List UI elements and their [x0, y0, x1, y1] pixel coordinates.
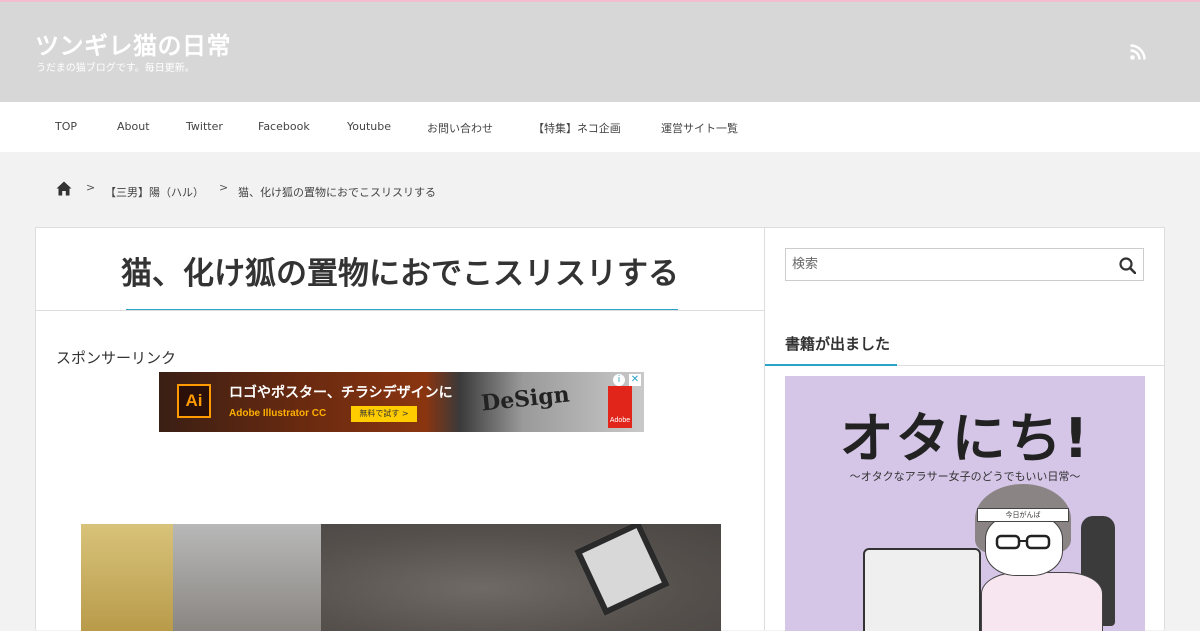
sidebar: 書籍が出ました オタにち! ～オタクなアラサー女子のどうでもいい日常～ 今日がん…	[765, 227, 1165, 631]
book-title: オタにち!	[839, 407, 1091, 470]
site-header: ツンギレ猫の日常 うだまの猫ブログです。毎日更新。	[0, 2, 1200, 102]
ad-banner[interactable]: Ai ロゴやポスター、チラシデザインに Adobe Illustrator CC…	[159, 372, 644, 432]
nav-item-feature[interactable]: 【特集】ネコ企画	[533, 120, 621, 136]
breadcrumb-separator: >	[219, 181, 229, 194]
nav-item-about[interactable]: About	[117, 120, 150, 133]
ad-headline: ロゴやポスター、チラシデザインに	[229, 385, 453, 401]
nav-item-top[interactable]: TOP	[55, 120, 77, 133]
widget-accent-line	[765, 364, 897, 366]
home-icon[interactable]	[56, 181, 72, 196]
book-headband: 今日がんば	[977, 508, 1069, 522]
nav-item-contact[interactable]: お問い合わせ	[427, 120, 493, 136]
nav-item-facebook[interactable]: Facebook	[258, 120, 310, 133]
global-nav: TOP About Twitter Facebook Youtube お問い合わ…	[0, 102, 1200, 152]
search-icon[interactable]	[1119, 257, 1136, 274]
glasses-icon	[995, 534, 1051, 550]
book-character-body	[981, 572, 1103, 631]
nav-item-twitter[interactable]: Twitter	[186, 120, 223, 133]
nav-item-sites[interactable]: 運営サイト一覧	[661, 120, 738, 136]
ad-design-text: DeSign	[479, 381, 571, 417]
breadcrumb-separator: >	[86, 181, 96, 194]
title-accent-line	[126, 309, 678, 310]
book-subtitle: ～オタクなアラサー女子のどうでもいい日常～	[849, 470, 1081, 483]
search-form	[785, 248, 1144, 281]
page-title: 猫、化け狐の置物におでこスリスリする	[121, 256, 679, 292]
widget-title: 書籍が出ました	[785, 335, 891, 353]
illustrator-logo-icon: Ai	[177, 384, 211, 418]
site-title[interactable]: ツンギレ猫の日常	[35, 26, 231, 61]
nav-item-youtube[interactable]: Youtube	[347, 120, 391, 133]
search-input[interactable]	[786, 249, 1106, 280]
book-cover-image[interactable]: オタにち! ～オタクなアラサー女子のどうでもいい日常～ 今日がんば	[785, 376, 1145, 631]
breadcrumb-current: 猫、化け狐の置物におでこスリスリする	[238, 186, 436, 199]
site-description: うだまの猫ブログです。毎日更新。	[36, 63, 195, 74]
breadcrumb-category[interactable]: 【三男】陽（ハル）	[105, 184, 204, 200]
rss-icon[interactable]	[1130, 44, 1146, 60]
post-image	[81, 524, 721, 631]
ad-close-icon[interactable]: ✕	[629, 374, 641, 386]
post-image-background	[81, 524, 173, 631]
breadcrumb: > 【三男】陽（ハル） > 猫、化け狐の置物におでこスリスリする	[0, 178, 1200, 202]
ad-info-icon[interactable]: i	[613, 374, 625, 386]
ad-product-name: Adobe Illustrator CC	[229, 408, 327, 419]
title-divider	[36, 310, 764, 311]
sponsor-label: スポンサーリンク	[56, 349, 177, 367]
ad-cta-button[interactable]: 無料で試す >	[351, 406, 417, 422]
adobe-logo-icon: Adobe	[608, 386, 632, 428]
book-monitor	[863, 548, 981, 631]
main-content: 猫、化け狐の置物におでこスリスリする スポンサーリンク Ai ロゴやポスター、チ…	[35, 227, 765, 631]
